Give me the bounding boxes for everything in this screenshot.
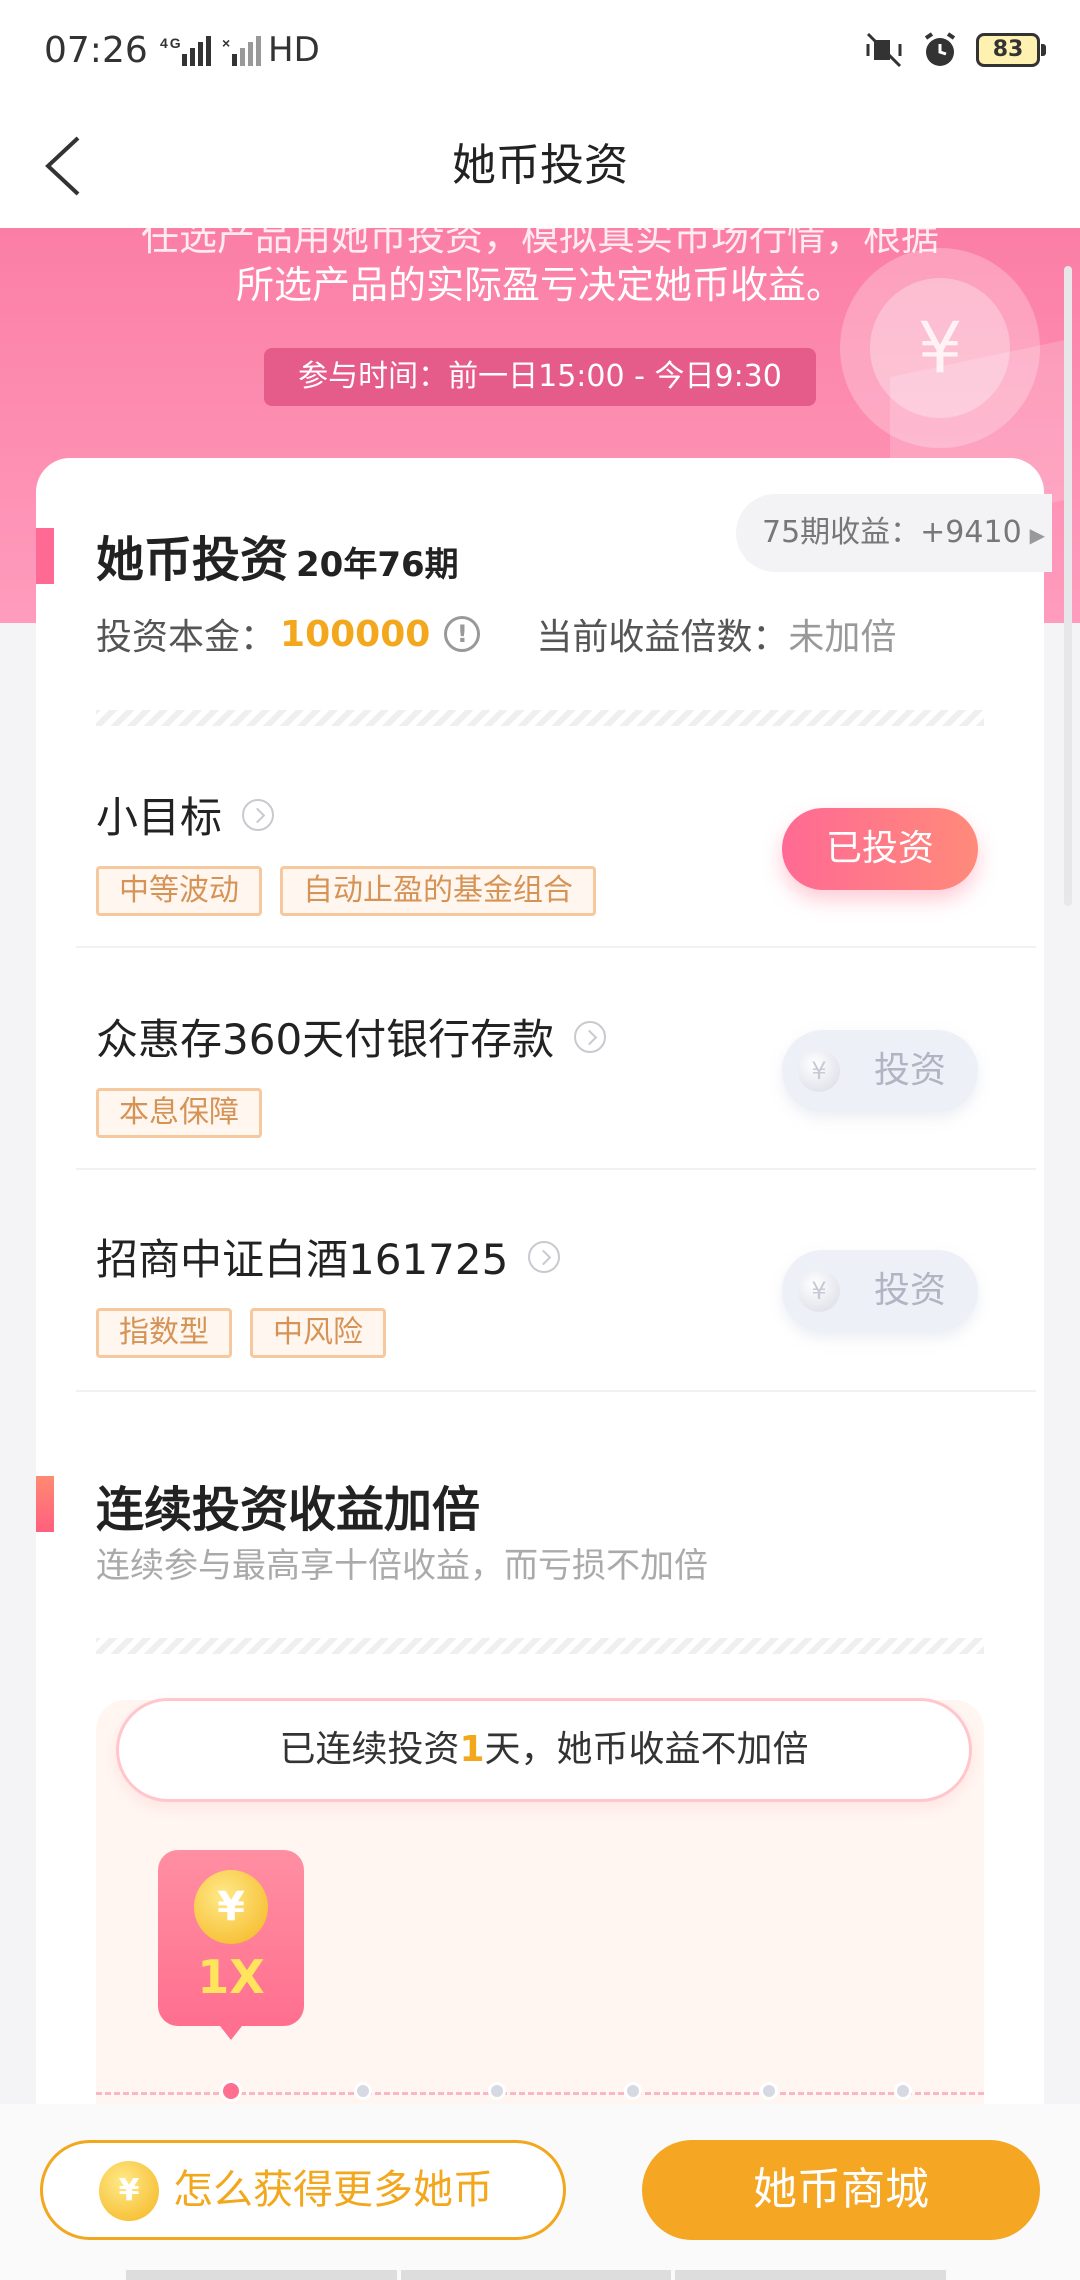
previous-earnings-link[interactable]: 75期收益：+9410 ▶ xyxy=(736,494,1052,572)
investment-period: 20年76期 xyxy=(296,545,459,585)
product-item[interactable]: 小目标 中等波动 自动止盈的基金组合 已投资 xyxy=(96,748,986,970)
streak-days: 1 xyxy=(459,1729,485,1770)
invest-button-label: 投资 xyxy=(874,1050,947,1091)
streak-status-bubble: 已连续投资1天，她币收益不加倍 xyxy=(116,1698,972,1802)
hd-label: HD xyxy=(268,30,320,70)
principal-label: 投资本金： xyxy=(96,617,277,658)
scrollbar[interactable] xyxy=(1064,266,1072,906)
streak-heading: 连续投资收益加倍 xyxy=(96,1470,480,1540)
product-tags: 中等波动 自动止盈的基金组合 xyxy=(96,866,596,916)
divider xyxy=(76,1168,1036,1170)
multiplier-text: 1X xyxy=(197,1950,265,2004)
product-tag: 中等波动 xyxy=(96,866,262,916)
yen-coin-icon: ¥ xyxy=(99,2161,159,2221)
svg-text:4G: 4G xyxy=(160,35,183,51)
product-name: 小目标 xyxy=(96,793,223,842)
mute-vibrate-icon xyxy=(866,32,902,68)
earn-more-coins-button[interactable]: ¥ 怎么获得更多她币 xyxy=(40,2140,566,2240)
timeline-dot-active xyxy=(220,2080,242,2102)
product-item[interactable]: 众惠存360天付银行存款 本息保障 ¥ 投资 xyxy=(96,970,986,1192)
status-bar: 07:26 4G × HD 83 xyxy=(0,0,1080,104)
yen-coin-icon: ¥ xyxy=(798,1050,840,1092)
section-marker xyxy=(36,528,54,584)
investment-heading: 她币投资 20年76期 xyxy=(96,520,459,590)
timeline-dot xyxy=(624,2082,642,2100)
yen-coin-icon: ¥ xyxy=(194,1870,268,1944)
bottom-nav-hint xyxy=(126,2270,947,2280)
invested-button[interactable]: 已投资 xyxy=(782,808,978,890)
striped-divider xyxy=(96,710,984,726)
multiplier-card: ¥ 1X xyxy=(158,1850,304,2040)
section-marker xyxy=(36,1476,54,1532)
streak-suffix: 天，她币收益不加倍 xyxy=(484,1729,809,1770)
product-tag: 指数型 xyxy=(96,1308,232,1358)
invest-button[interactable]: ¥ 投资 xyxy=(782,1250,978,1332)
chevron-right-circle-icon[interactable] xyxy=(528,1240,561,1273)
info-exclamation-icon[interactable]: ! xyxy=(444,616,481,652)
previous-earnings-text: 75期收益：+9410 xyxy=(762,515,1022,550)
chevron-right-circle-icon[interactable] xyxy=(574,1020,607,1053)
product-name-row[interactable]: 招商中证白酒161725 xyxy=(96,1226,561,1287)
product-tag: 中风险 xyxy=(250,1308,386,1358)
status-time: 07:26 xyxy=(44,30,148,71)
alarm-icon xyxy=(924,32,956,66)
investment-card: 她币投资 20年76期 75期收益：+9410 ▶ 投资本金： 100000 ! 当… xyxy=(36,458,1052,2160)
banner-text-line2: 所选产品的实际盈亏决定她币收益。 xyxy=(235,263,844,307)
bottom-action-bar: ¥ 怎么获得更多她币 她币商城 xyxy=(0,2104,1080,2280)
invest-button-label: 投资 xyxy=(874,1270,947,1311)
triangle-right-icon: ▶ xyxy=(1029,523,1046,547)
page-title: 她币投资 xyxy=(452,140,628,191)
divider xyxy=(76,946,1036,948)
battery-icon: 83 xyxy=(976,33,1046,67)
divider xyxy=(76,1390,1036,1392)
product-item[interactable]: 招商中证白酒161725 指数型 中风险 ¥ 投资 xyxy=(96,1190,986,1412)
title-bar: 她币投资 xyxy=(0,104,1080,228)
invest-button[interactable]: ¥ 投资 xyxy=(782,1030,978,1112)
timeline-dot xyxy=(760,2082,778,2100)
product-name: 招商中证白酒161725 xyxy=(96,1235,509,1284)
principal-value: 100000 xyxy=(280,613,431,655)
svg-text:×: × xyxy=(222,35,232,51)
product-tags: 本息保障 xyxy=(96,1088,262,1138)
product-name: 众惠存360天付银行存款 xyxy=(96,1015,555,1064)
participation-time: 参与时间：前一日15:00 - 今日9:30 xyxy=(264,348,816,406)
signal-icon: 4G × xyxy=(160,32,360,75)
product-tags: 指数型 中风险 xyxy=(96,1308,386,1358)
earn-more-coins-label: 怎么获得更多她币 xyxy=(173,2167,493,2213)
multiplier-value: 未加倍 xyxy=(788,617,897,658)
timeline-dot xyxy=(894,2082,912,2100)
timeline-dot xyxy=(488,2082,506,2100)
streak-description: 连续参与最高享十倍收益，而亏损不加倍 xyxy=(96,1546,708,1586)
striped-divider xyxy=(96,1638,984,1654)
investment-title: 她币投资 xyxy=(96,532,289,588)
product-name-row[interactable]: 小目标 xyxy=(96,784,275,845)
product-tag: 自动止盈的基金组合 xyxy=(280,866,596,916)
product-tag: 本息保障 xyxy=(96,1088,262,1138)
streak-title: 连续投资收益加倍 xyxy=(96,1482,481,1538)
streak-prefix: 已连续投资 xyxy=(279,1729,460,1770)
yen-coin-icon: ¥ xyxy=(798,1270,840,1312)
multiplier-label: 当前收益倍数： xyxy=(536,617,789,658)
principal-row: 投资本金： 100000 ! 当前收益倍数： 未加倍 xyxy=(96,608,896,660)
chevron-right-circle-icon[interactable] xyxy=(242,798,275,831)
coin-mall-button[interactable]: 她币商城 xyxy=(642,2140,1040,2240)
product-name-row[interactable]: 众惠存360天付银行存款 xyxy=(96,1006,607,1067)
timeline-dot xyxy=(354,2082,372,2100)
